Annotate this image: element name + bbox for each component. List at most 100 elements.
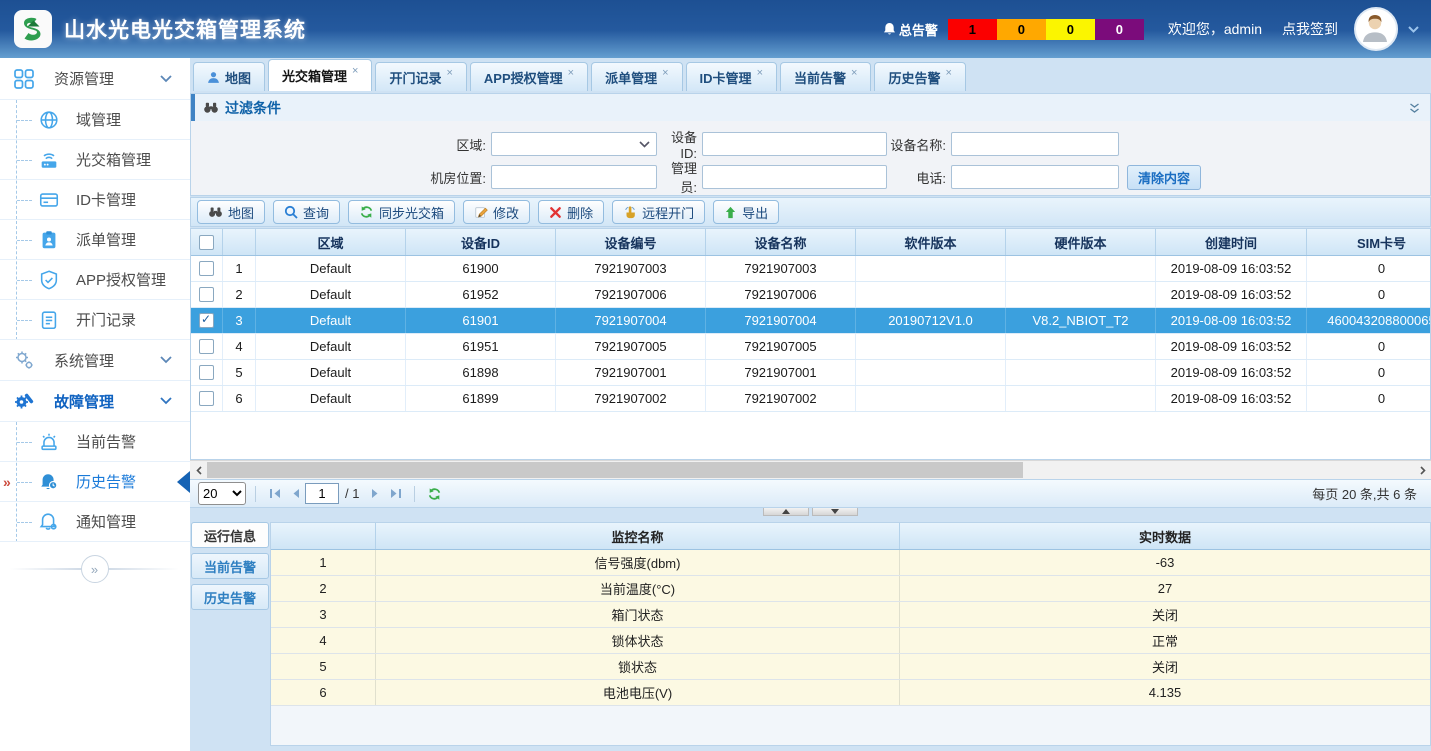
scroll-right-arrow[interactable] <box>1414 461 1431 479</box>
detail-tab-current-alarm[interactable]: 当前告警 <box>191 553 269 579</box>
close-icon[interactable]: × <box>757 67 763 79</box>
sync-button[interactable]: 同步光交箱 <box>348 200 455 224</box>
monitor-name-header: 监控名称 <box>376 523 900 549</box>
row-checkbox[interactable] <box>199 339 214 354</box>
sidebar-item-dispatch[interactable]: 派单管理 <box>0 220 190 260</box>
close-icon[interactable]: × <box>446 67 452 79</box>
splitter-expand-up-button[interactable] <box>763 508 809 516</box>
monitor-row[interactable]: 1 信号强度(dbm) -63 <box>271 550 1430 576</box>
edit-button[interactable]: 修改 <box>463 200 530 224</box>
area-select[interactable] <box>491 132 657 156</box>
alarm-count-minor[interactable]: 0 <box>1046 19 1095 40</box>
monitor-row[interactable]: 6 电池电压(V) 4.135 <box>271 680 1430 706</box>
map-button[interactable]: 地图 <box>197 200 265 224</box>
table-row[interactable]: 4 Default 61951 7921907005 7921907005 20… <box>191 334 1431 360</box>
filter-row-1: 区域: 设备ID: 设备名称: <box>191 131 1430 157</box>
column-header-device-no[interactable]: 设备编号 <box>556 229 706 255</box>
table-row[interactable]: 1 Default 61900 7921907003 7921907003 20… <box>191 256 1431 282</box>
sidebar-section-fault[interactable]: 故障管理 <box>0 381 190 422</box>
column-header-sim[interactable]: SIM卡号 <box>1307 229 1431 255</box>
device-id-input[interactable] <box>702 132 887 156</box>
sidebar-item-notification[interactable]: 通知管理 <box>0 502 190 542</box>
row-checkbox-checked[interactable] <box>199 313 214 328</box>
horizontal-scrollbar[interactable] <box>190 460 1431 479</box>
next-page-icon[interactable] <box>365 484 385 504</box>
select-all-checkbox[interactable] <box>199 235 214 250</box>
splitter-collapse-down-button[interactable] <box>812 508 858 516</box>
collapse-panel-icon[interactable] <box>1409 102 1420 114</box>
sidebar-section-system[interactable]: 系统管理 <box>0 340 190 381</box>
sidebar-item-history-alarm[interactable]: » 历史告警 <box>0 462 190 502</box>
manager-input[interactable] <box>702 165 887 189</box>
panel-splitter[interactable] <box>190 508 1431 516</box>
close-icon[interactable]: × <box>851 67 857 79</box>
column-header-device-name[interactable]: 设备名称 <box>706 229 856 255</box>
sidebar-item-idcard[interactable]: ID卡管理 <box>0 180 190 220</box>
prev-page-icon[interactable] <box>285 484 305 504</box>
sidebar-collapse-button[interactable]: » <box>81 555 109 583</box>
tab-current-alarm[interactable]: 当前告警 × <box>780 62 871 91</box>
sidebar-item-domain[interactable]: 域管理 <box>0 100 190 140</box>
close-icon[interactable]: × <box>352 65 358 77</box>
tab-map[interactable]: 地图 <box>193 62 265 91</box>
divider <box>255 486 256 502</box>
search-button[interactable]: 查询 <box>273 200 340 224</box>
refresh-icon[interactable] <box>424 484 444 504</box>
column-header-sw-version[interactable]: 软件版本 <box>856 229 1006 255</box>
tab-app-auth[interactable]: APP授权管理 × <box>470 62 588 91</box>
signin-link[interactable]: 点我签到 <box>1282 19 1338 39</box>
scrollbar-thumb[interactable] <box>207 462 1023 478</box>
page-number-input[interactable] <box>305 483 339 504</box>
close-icon[interactable]: × <box>945 67 951 79</box>
column-header-device-id[interactable]: 设备ID <box>406 229 556 255</box>
clear-button[interactable]: 清除内容 <box>1127 165 1201 190</box>
monitor-row[interactable]: 4 锁体状态 正常 <box>271 628 1430 654</box>
table-row[interactable]: 2 Default 61952 7921907006 7921907006 20… <box>191 282 1431 308</box>
sidebar-section-resource[interactable]: 资源管理 <box>0 58 190 100</box>
page-size-select[interactable]: 20 <box>198 482 246 505</box>
row-checkbox[interactable] <box>199 287 214 302</box>
sidebar-item-current-alarm[interactable]: 当前告警 <box>0 422 190 462</box>
monitor-row[interactable]: 3 箱门状态 关闭 <box>271 602 1430 628</box>
detail-tab-history-alarm[interactable]: 历史告警 <box>191 584 269 610</box>
scroll-left-arrow[interactable] <box>190 461 207 479</box>
user-menu-chevron-icon[interactable] <box>1408 26 1419 33</box>
table-row[interactable]: 5 Default 61898 7921907001 7921907001 20… <box>191 360 1431 386</box>
last-page-icon[interactable] <box>385 484 405 504</box>
row-checkbox[interactable] <box>199 365 214 380</box>
row-checkbox[interactable] <box>199 261 214 276</box>
monitor-row[interactable]: 5 锁状态 关闭 <box>271 654 1430 680</box>
filter-row-2: 机房位置: 管理员: 电话: 清除内容 <box>191 164 1430 190</box>
export-button[interactable]: 导出 <box>713 200 779 224</box>
device-name-input[interactable] <box>951 132 1119 156</box>
column-header-area[interactable]: 区域 <box>256 229 406 255</box>
detail-tab-runtime[interactable]: 运行信息 <box>191 522 269 548</box>
alarm-count-critical[interactable]: 1 <box>948 19 997 40</box>
alarm-count-warning[interactable]: 0 <box>1095 19 1144 40</box>
avatar[interactable] <box>1354 7 1398 51</box>
close-icon[interactable]: × <box>568 67 574 79</box>
tab-dispatch[interactable]: 派单管理 × <box>591 62 682 91</box>
remote-open-button[interactable]: 远程开门 <box>612 200 705 224</box>
chevron-down-icon <box>160 356 172 364</box>
tab-cabinet-mgmt[interactable]: 光交箱管理 × <box>268 59 372 91</box>
tab-idcard[interactable]: ID卡管理 × <box>686 62 777 91</box>
table-row-selected[interactable]: 3 Default 61901 7921907004 7921907004 20… <box>191 308 1431 334</box>
tab-door-record[interactable]: 开门记录 × <box>375 62 466 91</box>
sidebar-item-cabinet[interactable]: 光交箱管理 <box>0 140 190 180</box>
column-header-hw-version[interactable]: 硬件版本 <box>1006 229 1156 255</box>
monitor-row[interactable]: 2 当前温度(°C) 27 <box>271 576 1430 602</box>
close-icon[interactable]: × <box>662 67 668 79</box>
tab-history-alarm[interactable]: 历史告警 × <box>874 62 965 91</box>
row-checkbox[interactable] <box>199 391 214 406</box>
delete-button[interactable]: 删除 <box>538 200 604 224</box>
first-page-icon[interactable] <box>265 484 285 504</box>
table-row[interactable]: 6 Default 61899 7921907002 7921907002 20… <box>191 386 1431 412</box>
sync-icon <box>359 205 374 219</box>
sidebar-item-door-record[interactable]: 开门记录 <box>0 300 190 340</box>
phone-input[interactable] <box>951 165 1119 189</box>
sidebar-item-app-auth[interactable]: APP授权管理 <box>0 260 190 300</box>
column-header-create-time[interactable]: 创建时间 <box>1156 229 1307 255</box>
room-input[interactable] <box>491 165 657 189</box>
alarm-count-major[interactable]: 0 <box>997 19 1046 40</box>
